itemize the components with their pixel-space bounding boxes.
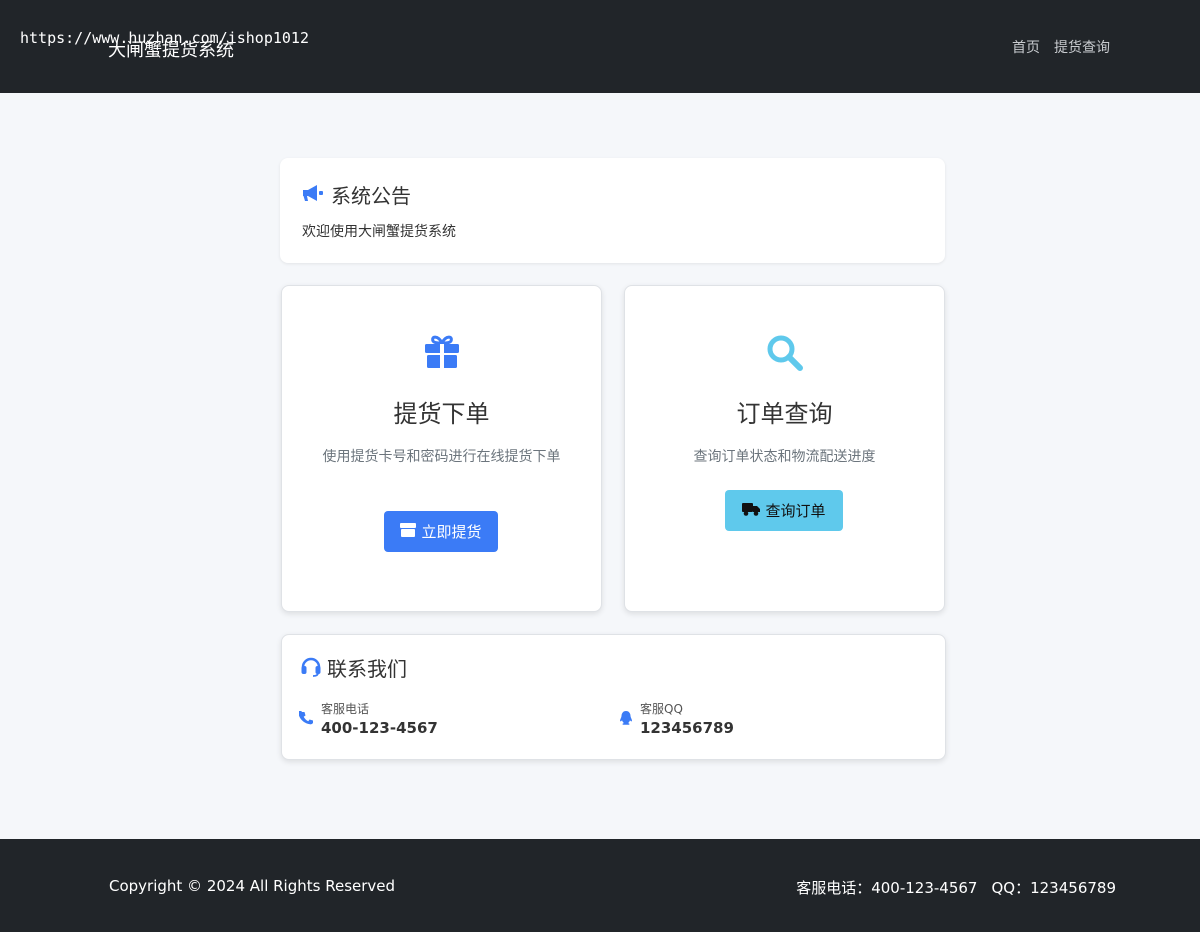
pickup-card: 提货下单 使用提货卡号和密码进行在线提货下单 立即提货 xyxy=(281,285,602,612)
phone-icon xyxy=(298,708,314,730)
notice-header: 系统公告 xyxy=(301,180,411,209)
qq-label: 客服QQ xyxy=(640,702,683,716)
nav-link-home[interactable]: 首页 xyxy=(1012,37,1040,57)
nav-link-pickup-query[interactable]: 提货查询 xyxy=(1054,37,1110,57)
top-navbar: https://www.huzhan.com/ishop1012 大闸蟹提货系统… xyxy=(0,0,1200,93)
notice-card: 系统公告 欢迎使用大闸蟹提货系统 xyxy=(280,158,945,263)
query-description: 查询订单状态和物流配送进度 xyxy=(693,449,876,465)
contact-header: 联系我们 xyxy=(300,653,407,682)
headset-icon xyxy=(300,655,322,681)
megaphone-icon xyxy=(301,183,325,207)
footer: Copyright © 2024 All Rights Reserved 客服电… xyxy=(0,839,1200,932)
footer-qq: QQ：123456789 xyxy=(991,879,1116,897)
truck-icon xyxy=(742,502,761,520)
notice-text: 欢迎使用大闸蟹提货系统 xyxy=(302,224,456,240)
gift-icon xyxy=(423,334,461,374)
pickup-now-label: 立即提货 xyxy=(421,523,482,541)
pickup-title: 提货下单 xyxy=(393,400,490,428)
query-card: 订单查询 查询订单状态和物流配送进度 查询订单 xyxy=(624,285,945,612)
pickup-description: 使用提货卡号和密码进行在线提货下单 xyxy=(322,449,561,465)
footer-copyright: Copyright © 2024 All Rights Reserved xyxy=(109,877,396,895)
site-brand[interactable]: 大闸蟹提货系统 xyxy=(108,36,234,62)
footer-phone: 客服电话：400-123-4567 xyxy=(796,879,978,897)
query-order-label: 查询订单 xyxy=(765,502,826,520)
query-title: 订单查询 xyxy=(736,400,833,428)
pickup-now-button[interactable]: 立即提货 xyxy=(384,511,498,552)
phone-label: 客服电话 xyxy=(321,702,370,716)
contact-qq: 客服QQ 123456789 xyxy=(619,701,734,739)
contact-card: 联系我们 客服电话 400-123-4567 客服QQ 123456789 xyxy=(281,634,946,760)
notice-title: 系统公告 xyxy=(331,184,411,208)
box-icon xyxy=(400,522,417,541)
qq-icon xyxy=(619,710,633,730)
contact-phone: 客服电话 400-123-4567 xyxy=(298,701,438,739)
query-order-button[interactable]: 查询订单 xyxy=(725,490,843,531)
nav-menu: 首页 提货查询 xyxy=(1012,37,1110,57)
footer-contact: 客服电话：400-123-4567 QQ：123456789 xyxy=(796,877,1116,898)
qq-value: 123456789 xyxy=(640,719,734,737)
search-icon xyxy=(766,334,804,376)
phone-value: 400-123-4567 xyxy=(321,719,438,737)
contact-title: 联系我们 xyxy=(327,657,407,681)
